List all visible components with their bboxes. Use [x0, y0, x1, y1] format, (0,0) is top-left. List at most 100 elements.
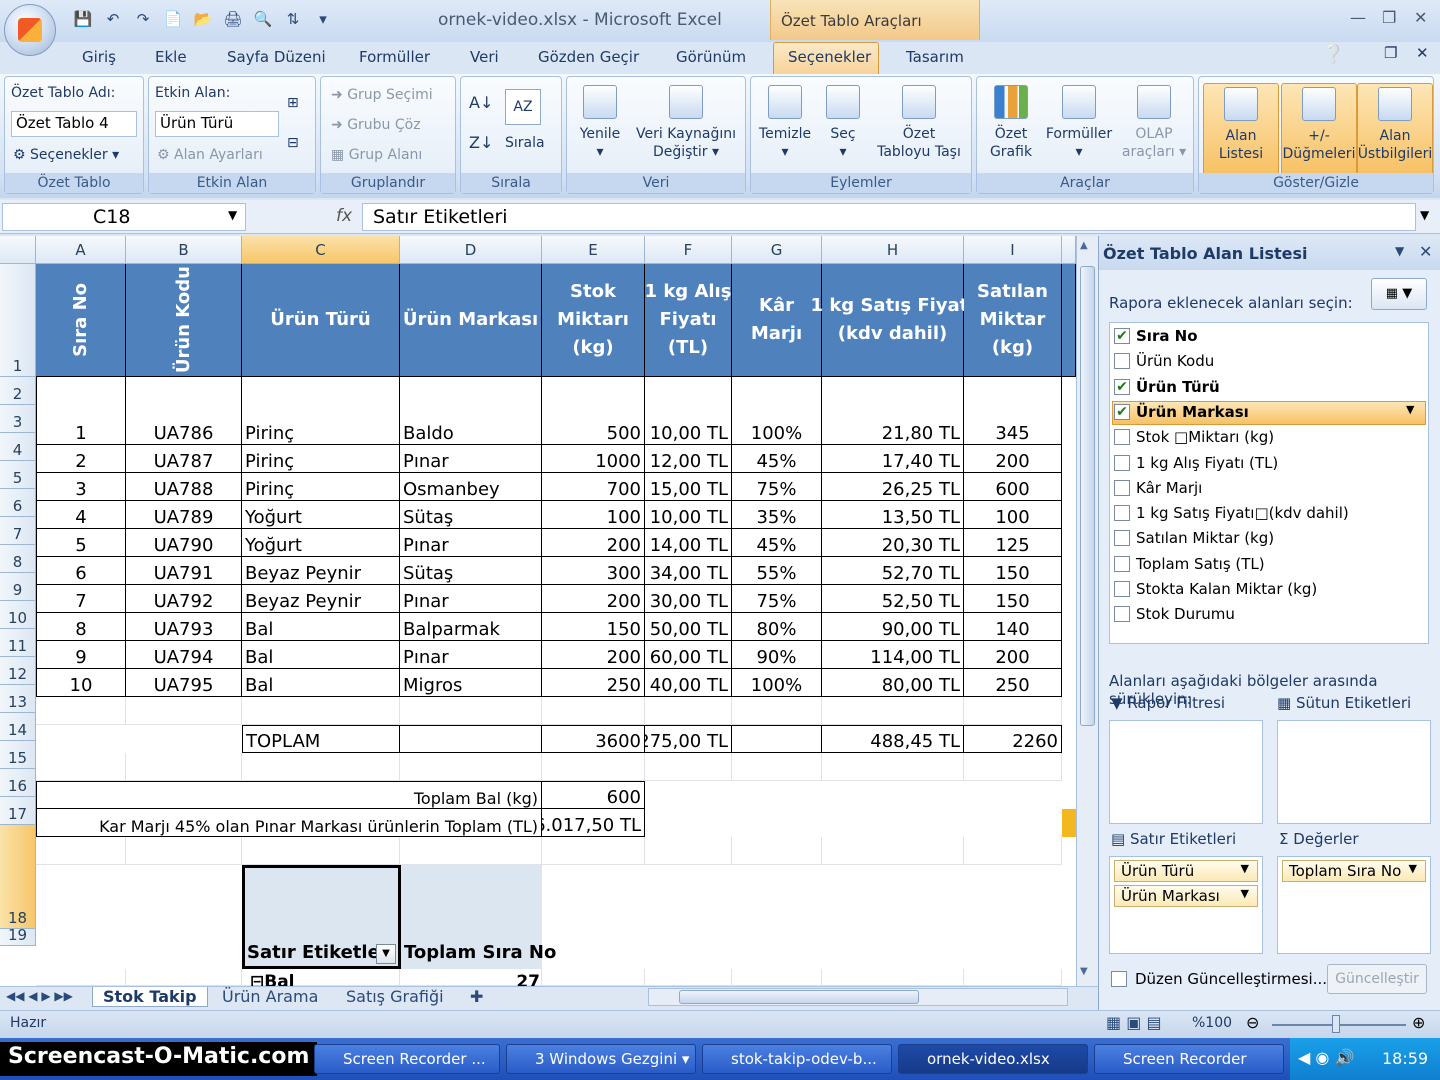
empty-cell[interactable] — [400, 837, 542, 865]
data-cell[interactable]: 52,70 TL — [822, 557, 964, 585]
data-cell[interactable]: 1 — [36, 377, 126, 445]
name-box-dropdown-icon[interactable]: ▼ — [228, 208, 237, 222]
data-cell[interactable]: 34,00 TL — [645, 557, 732, 585]
data-cell[interactable]: 125 — [964, 529, 1062, 557]
header-urun-turu[interactable]: Ürün Türü — [242, 264, 400, 377]
row-header[interactable]: 11 — [0, 629, 36, 657]
data-cell[interactable]: 40,00 TL — [645, 669, 732, 697]
name-box[interactable]: C18 — [2, 203, 246, 231]
row-header[interactable]: 7 — [0, 517, 36, 545]
empty-cell[interactable] — [36, 753, 126, 781]
field-dropdown-icon[interactable]: ▼ — [1406, 403, 1414, 416]
new-file-icon[interactable]: 📄 — [160, 8, 186, 30]
column-labels-zone[interactable] — [1277, 720, 1431, 824]
data-cell[interactable]: Yoğurt — [242, 501, 400, 529]
empty-cell[interactable] — [645, 753, 732, 781]
column-header-selected[interactable]: C — [242, 236, 400, 264]
field-item[interactable]: ✔ Sıra No — [1114, 327, 1198, 345]
empty-cell[interactable] — [645, 969, 732, 986]
row-header[interactable]: 9 — [0, 573, 36, 601]
header-urun-kodu[interactable]: Ürün Kodu — [126, 264, 242, 377]
empty-cell[interactable] — [36, 969, 126, 986]
header-urun-markasi[interactable]: Ürün Markası — [400, 264, 542, 377]
sort-button[interactable]: Sırala — [505, 135, 545, 151]
minimize-icon[interactable]: — — [1350, 8, 1366, 27]
checkbox[interactable] — [1111, 971, 1127, 987]
empty-cell[interactable] — [242, 837, 400, 865]
column-header[interactable]: B — [126, 236, 242, 264]
data-cell[interactable]: 200 — [964, 445, 1062, 473]
checkbox-icon[interactable] — [1114, 454, 1130, 471]
pivot-first-value[interactable]: 27 — [500, 972, 540, 986]
data-cell[interactable]: 6 — [36, 557, 126, 585]
data-cell[interactable]: 3 — [36, 473, 126, 501]
pivot-name-input[interactable]: Özet Tablo 4 — [11, 111, 137, 137]
data-cell[interactable]: Pirinç — [242, 445, 400, 473]
header-partial[interactable] — [1062, 264, 1076, 377]
data-cell[interactable]: 8 — [36, 613, 126, 641]
pane-menu-icon[interactable]: ▼ — [1395, 244, 1404, 258]
data-cell[interactable]: 14,00 TL — [645, 529, 732, 557]
totals-satilan[interactable]: 2260 — [964, 725, 1062, 753]
sort-icon[interactable]: ⇅ — [280, 8, 306, 30]
totals-satis[interactable]: 488,45 TL — [822, 725, 964, 753]
ribbon-restore-icon[interactable]: ❐ — [1384, 44, 1397, 62]
pivot-chart-button[interactable]: Özet Grafik — [981, 85, 1041, 161]
row-header[interactable]: 15 — [0, 741, 36, 769]
empty-cell[interactable] — [822, 969, 964, 986]
data-cell[interactable]: 345 — [964, 377, 1062, 445]
select-button[interactable]: Seç ▾ — [821, 85, 865, 161]
print-preview-icon[interactable]: 🔍 — [250, 8, 276, 30]
worksheet-grid[interactable]: A B C D E F G H I 1 2 3 4 5 6 7 8 9 10 11 12 13 14 15 1… — [0, 236, 1076, 986]
header-stok-miktari[interactable]: Stok Miktarı (kg) — [542, 264, 645, 377]
report-filter-zone[interactable] — [1109, 720, 1263, 824]
fx-icon[interactable]: fx — [336, 206, 352, 226]
tab-ekle[interactable]: Ekle — [155, 48, 187, 66]
empty-cell[interactable] — [242, 697, 400, 725]
data-cell[interactable]: UA791 — [126, 557, 242, 585]
data-cell[interactable]: UA794 — [126, 641, 242, 669]
empty-cell[interactable] — [36, 837, 126, 865]
change-source-button[interactable]: Veri Kaynağını Değiştir ▾ — [631, 85, 741, 161]
field-item[interactable]: Kâr Marjı — [1114, 479, 1202, 497]
scroll-up-icon[interactable]: ▲ — [1080, 240, 1088, 251]
checkbox-icon[interactable] — [1114, 530, 1130, 547]
data-cell[interactable]: Balparmak — [400, 613, 542, 641]
data-cell[interactable]: Bal — [242, 613, 400, 641]
formula-input[interactable]: Satır Etiketleri — [362, 203, 1416, 231]
active-field-input[interactable]: Ürün Türü — [155, 111, 279, 137]
pivot-filter-dropdown-icon[interactable]: ▼ — [376, 944, 396, 964]
clear-button[interactable]: Temizle ▾ — [755, 85, 815, 161]
empty-cell[interactable] — [542, 697, 645, 725]
tab-veri[interactable]: Veri — [470, 48, 499, 66]
empty-cell[interactable] — [400, 697, 542, 725]
data-cell[interactable]: Beyaz Peynir — [242, 585, 400, 613]
kar-total-label[interactable]: Kar Marjı 45% olan Pınar Markası ürünler… — [36, 809, 542, 837]
data-cell[interactable]: 45% — [732, 529, 822, 557]
tab-tasarim[interactable]: Tasarım — [906, 48, 964, 66]
empty-cell[interactable] — [126, 753, 242, 781]
sort-dialog-icon[interactable]: AZ — [505, 89, 541, 125]
empty-cell[interactable] — [542, 837, 645, 865]
data-cell[interactable]: 21,80 TL — [822, 377, 964, 445]
data-cell[interactable]: 250 — [964, 669, 1062, 697]
row-header[interactable]: 14 — [0, 713, 36, 741]
data-cell[interactable]: 20,30 TL — [822, 529, 964, 557]
data-cell[interactable]: 15,00 TL — [645, 473, 732, 501]
empty-cell[interactable] — [822, 753, 964, 781]
select-all-corner[interactable] — [0, 236, 36, 264]
data-cell[interactable]: UA792 — [126, 585, 242, 613]
vertical-scrollbar[interactable]: ▲ ▼ — [1076, 236, 1098, 986]
row-header[interactable]: 13 — [0, 685, 36, 713]
empty-cell[interactable] — [126, 697, 242, 725]
row-header[interactable]: 3 — [0, 405, 36, 433]
column-header[interactable]: F — [645, 236, 732, 264]
empty-cell[interactable] — [36, 697, 126, 725]
value-field-toplam-sira-no[interactable]: Toplam Sıra No ▼ — [1282, 860, 1426, 882]
row-header[interactable]: 10 — [0, 601, 36, 629]
sheet-tab-satis-grafigi[interactable]: Satış Grafiği — [346, 987, 444, 1006]
column-header[interactable]: A — [36, 236, 126, 264]
vertical-scroll-thumb[interactable] — [1080, 266, 1095, 726]
row-header[interactable]: 19 — [0, 928, 36, 946]
data-cell[interactable]: 52,50 TL — [822, 585, 964, 613]
